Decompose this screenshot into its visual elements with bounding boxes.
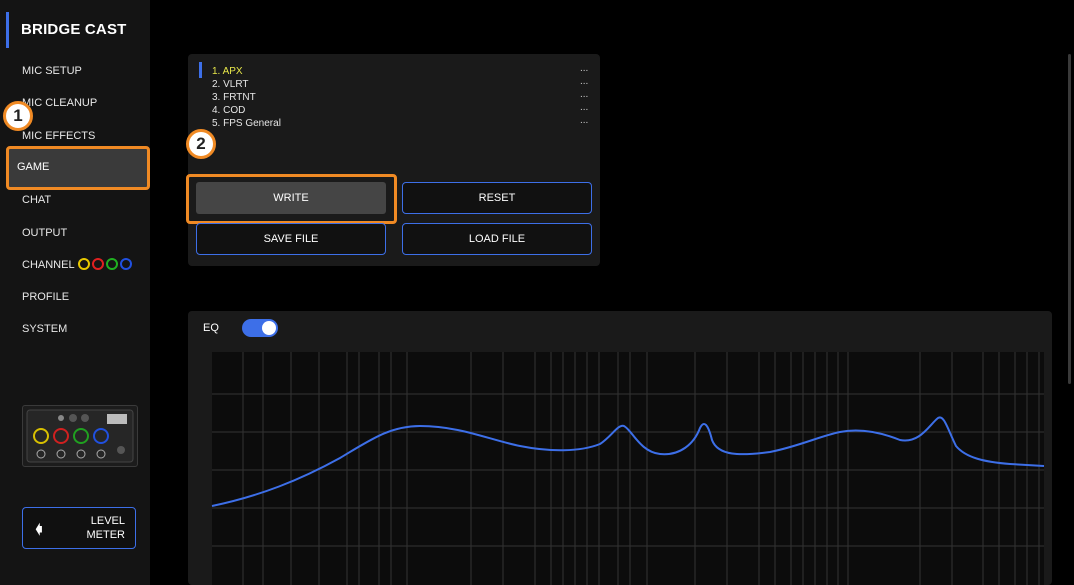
scrollbar[interactable]: [1068, 54, 1071, 384]
eq-graph[interactable]: [0, 0, 1074, 585]
